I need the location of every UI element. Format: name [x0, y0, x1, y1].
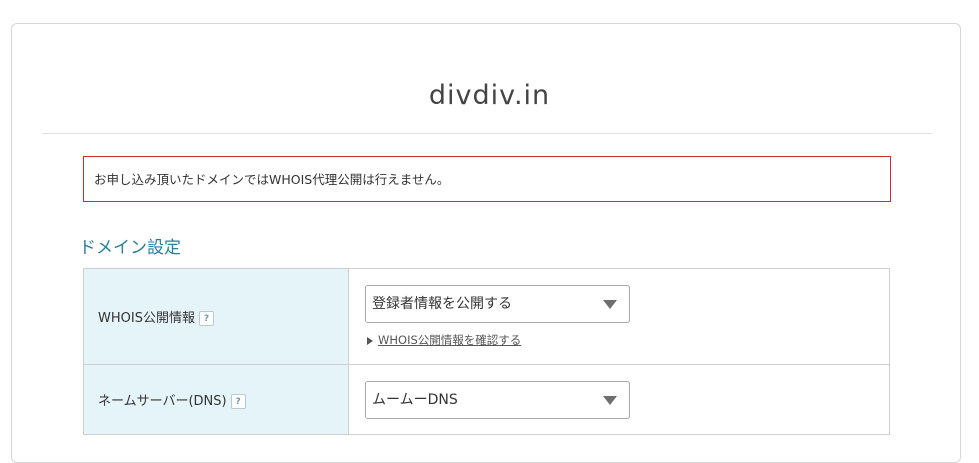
help-icon[interactable]: ? — [198, 311, 214, 326]
error-alert: お申し込み頂いたドメインではWHOIS代理公開は行えません。 — [83, 156, 891, 202]
nameserver-select-value: ムームーDNS — [372, 391, 458, 408]
table-row-nameserver: ネームサーバー(DNS)? ムームーDNS — [83, 364, 890, 435]
alert-message: お申し込み頂いたドメインではWHOIS代理公開は行えません。 — [94, 172, 450, 187]
dropdown-arrow-icon — [603, 395, 617, 405]
whois-label-cell: WHOIS公開情報? — [83, 268, 349, 365]
domain-title: divdiv.in — [428, 80, 551, 111]
table-row-whois: WHOIS公開情報? 登録者情報を公開する WHOIS公開情報を確認する — [83, 268, 890, 365]
dropdown-arrow-icon — [603, 300, 617, 309]
whois-confirm: WHOIS公開情報を確認する — [365, 332, 889, 348]
title-divider — [42, 133, 932, 134]
triangle-right-icon — [367, 336, 373, 345]
nameserver-select[interactable]: ムームーDNS — [365, 380, 630, 419]
whois-value-cell: 登録者情報を公開する WHOIS公開情報を確認する — [348, 268, 890, 365]
whois-select-value: 登録者情報を公開する — [372, 296, 512, 312]
whois-select[interactable]: 登録者情報を公開する — [365, 285, 630, 323]
help-icon[interactable]: ? — [230, 394, 246, 409]
nameserver-value-cell: ムームーDNS — [348, 364, 890, 435]
nameserver-label-cell: ネームサーバー(DNS)? — [83, 364, 349, 435]
nameserver-label: ネームサーバー(DNS) — [98, 394, 227, 409]
domain-settings-table: WHOIS公開情報? 登録者情報を公開する WHOIS公開情報を確認する ネーム… — [83, 268, 890, 435]
section-heading: ドメイン設定 — [79, 238, 181, 258]
whois-confirm-link[interactable]: WHOIS公開情報を確認する — [378, 333, 521, 347]
whois-label: WHOIS公開情報 — [98, 311, 195, 326]
